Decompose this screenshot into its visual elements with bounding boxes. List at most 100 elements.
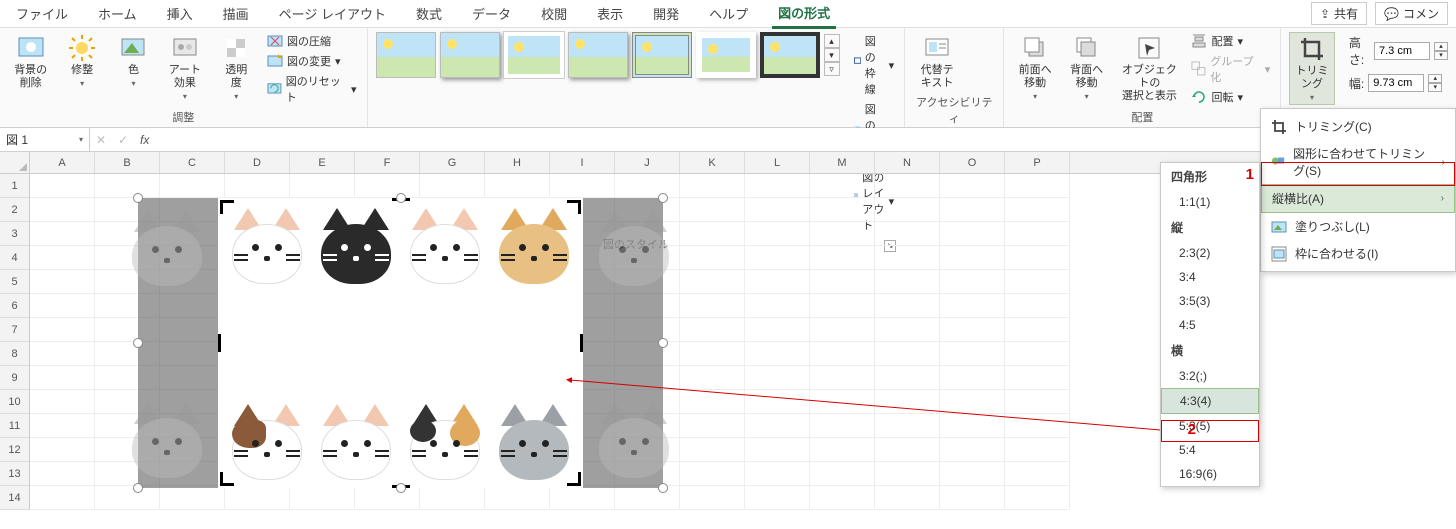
transparency-button[interactable]: 透明 度▾ [214,32,259,103]
aspect-option[interactable]: 1:1(1) [1161,190,1259,214]
crop-handle[interactable] [218,334,221,352]
menu-fill[interactable]: 塗りつぶし(L) [1261,213,1455,240]
crop-button[interactable]: トリミング▾ [1289,32,1335,105]
height-spinner[interactable]: 高さ: ▴▾ [1345,34,1448,68]
color-button[interactable]: 色▾ [111,32,156,90]
aspect-option[interactable]: 3:5(3) [1161,289,1259,313]
group-adjust: 背景の 削除 修整▾ 色▾ アート効果▾ 透明 度▾ 図の圧縮 図の変更 ▾ [0,28,368,127]
spin-up[interactable]: ▴ [1428,74,1442,83]
picture-style-thumb[interactable] [632,32,692,78]
gallery-scroll-down[interactable]: ▾ [824,48,840,62]
tab-review[interactable]: 校閲 [535,0,573,27]
aspect-option[interactable]: 5:4 [1161,438,1259,462]
selection-handle[interactable] [658,483,668,493]
tab-view[interactable]: 表示 [591,0,629,27]
selection-handle[interactable] [658,338,668,348]
gallery-more[interactable]: ▿ [824,62,840,76]
selection-handle[interactable] [658,193,668,203]
comments-button[interactable]: 💬コメン [1375,2,1448,25]
cancel-formula-button[interactable]: ✕ [90,133,112,147]
group-picture-styles: ▴ ▾ ▿ 図の枠線 ▾ 図の効果 ▾ 図のレイアウト ▾ 図のスタイル↘ [368,28,906,127]
send-backward-button[interactable]: 背面へ 移動▾ [1064,32,1109,103]
width-input[interactable] [1368,74,1424,92]
inserted-picture[interactable] [138,198,663,488]
aspect-option[interactable]: 16:9(6) [1161,462,1259,486]
picture-style-gallery[interactable]: ▴ ▾ ▿ [376,32,840,78]
aspect-option[interactable]: 4:5 [1161,313,1259,337]
tab-developer[interactable]: 開発 [647,0,685,27]
tab-file[interactable]: ファイル [10,0,74,27]
shapes-icon [1271,154,1285,170]
picture-style-thumb[interactable] [376,32,436,78]
selection-handle[interactable] [396,193,406,203]
annotation-number-2: 2 [1188,421,1196,438]
fx-icon[interactable]: fx [134,133,155,147]
compress-pictures-button[interactable]: 図の圧縮 [265,32,359,50]
cat-illustration [495,206,573,284]
selection-handle[interactable] [396,483,406,493]
crop-handle[interactable] [220,200,234,214]
share-button[interactable]: ⇪共有 [1311,2,1367,25]
picture-style-thumb-selected[interactable] [760,32,820,78]
align-button[interactable]: 配置 ▾ [1189,32,1272,50]
enter-formula-button[interactable]: ✓ [112,133,134,147]
tab-insert[interactable]: 挿入 [161,0,199,27]
chevron-down-icon: ▾ [79,135,83,144]
gallery-scroll-up[interactable]: ▴ [824,34,840,48]
bring-forward-button[interactable]: 前面へ 移動▾ [1012,32,1057,103]
picture-style-thumb[interactable] [440,32,500,78]
selection-handle[interactable] [133,483,143,493]
height-input[interactable] [1374,42,1430,60]
corrections-button[interactable]: 修整▾ [59,32,104,90]
row-headers[interactable]: 1234567891011121314 [0,174,30,510]
alt-text-button[interactable]: 代替テ キスト [913,32,961,92]
width-label: 幅: [1349,75,1364,92]
crop-handle[interactable] [220,472,234,486]
remove-background-button[interactable]: 背景の 削除 [8,32,53,92]
tab-help[interactable]: ヘルプ [703,0,754,27]
name-box[interactable]: 図 1▾ [0,128,90,151]
chevron-down-icon: ▾ [234,92,238,101]
tab-draw[interactable]: 描画 [217,0,255,27]
menu-aspect-ratio[interactable]: 縦横比(A)› [1261,184,1455,213]
chevron-down-icon: ▾ [80,79,84,88]
picture-style-thumb[interactable] [504,32,564,78]
reset-picture-button[interactable]: 図のリセット ▾ [265,72,359,106]
menu-fit[interactable]: 枠に合わせる(I) [1261,240,1455,267]
aspect-option[interactable]: 3:4 [1161,265,1259,289]
tab-home[interactable]: ホーム [92,0,143,27]
tab-data[interactable]: データ [466,0,517,27]
change-picture-button[interactable]: 図の変更 ▾ [265,52,359,70]
spin-down[interactable]: ▾ [1428,83,1442,92]
group-button[interactable]: グループ化 ▾ [1189,52,1272,86]
ribbon: 背景の 削除 修整▾ 色▾ アート効果▾ 透明 度▾ 図の圧縮 図の変更 ▾ [0,28,1456,128]
spin-up[interactable]: ▴ [1434,42,1448,51]
picture-style-thumb[interactable] [568,32,628,78]
spin-down[interactable]: ▾ [1434,51,1448,60]
tab-formulas[interactable]: 数式 [410,0,448,27]
picture-style-thumb[interactable] [696,32,756,78]
annotation-number-1: 1 [1246,166,1254,183]
effects-icon [171,34,199,62]
crop-handle[interactable] [567,472,581,486]
aspect-option[interactable]: 2:3(2) [1161,241,1259,265]
crop-handle[interactable] [567,200,581,214]
cat-illustration [406,206,484,284]
crop-dropdown-menu: トリミング(C) 図形に合わせてトリミング(S)› 縦横比(A)› 塗りつぶし(… [1260,108,1456,272]
menu-crop-to-shape[interactable]: 図形に合わせてトリミング(S)› [1261,140,1455,184]
picture-border-button[interactable]: 図の枠線 ▾ [852,32,897,98]
width-spinner[interactable]: 幅: ▴▾ [1345,74,1448,92]
selection-handle[interactable] [133,193,143,203]
crop-handle[interactable] [580,334,583,352]
artistic-effects-button[interactable]: アート効果▾ [162,32,207,103]
select-all-corner[interactable] [0,152,30,174]
selection-handle[interactable] [133,338,143,348]
ribbon-tabs: ファイル ホーム 挿入 描画 ページ レイアウト 数式 データ 校閲 表示 開発… [0,0,1456,28]
menu-crop[interactable]: トリミング(C) [1261,113,1455,140]
picture-visible-area [218,198,583,488]
rotate-button[interactable]: 回転 ▾ [1189,88,1272,106]
tab-picture-format[interactable]: 図の形式 [772,0,836,29]
tab-page-layout[interactable]: ページ レイアウト [273,0,392,27]
selection-pane-button[interactable]: オブジェクトの 選択と表示 [1115,32,1183,106]
reset-icon [267,81,282,97]
